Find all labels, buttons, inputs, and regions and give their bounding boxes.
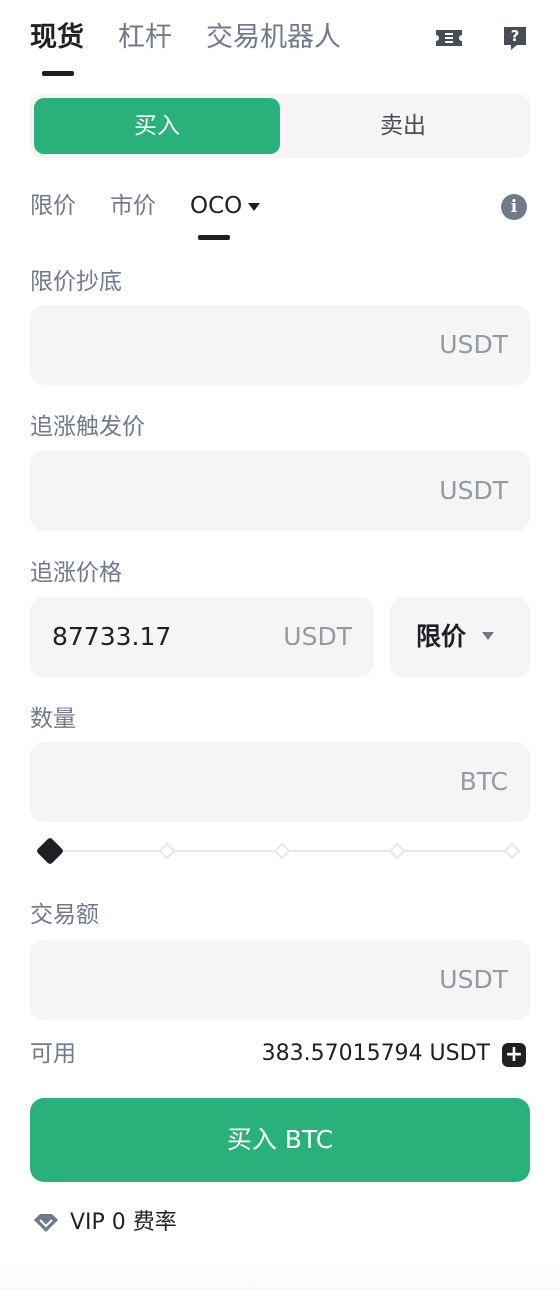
tab-spot[interactable]: 现货: [30, 18, 84, 58]
slider-step-100[interactable]: [503, 842, 521, 860]
order-type-oco[interactable]: OCO: [190, 188, 242, 224]
order-type-limit[interactable]: 限价: [30, 188, 76, 224]
slider-step-50[interactable]: [273, 842, 291, 860]
info-icon[interactable]: i: [501, 194, 527, 220]
stop-price-unit: USDT: [283, 622, 352, 651]
stop-trigger-unit: USDT: [439, 476, 508, 505]
stop-trigger-input[interactable]: USDT: [30, 451, 530, 531]
bottom-edge: [0, 1260, 560, 1290]
available-label: 可用: [30, 1041, 76, 1067]
ticket-icon[interactable]: [434, 24, 464, 52]
buy-btc-button[interactable]: 买入 BTC: [30, 1098, 530, 1182]
tab-trading-bots[interactable]: 交易机器人: [206, 18, 341, 58]
quantity-slider[interactable]: [35, 836, 522, 866]
available-balance: 383.57015794 USDT: [261, 1041, 490, 1066]
stop-price-type-select[interactable]: 限价: [390, 597, 530, 677]
caret-down-icon[interactable]: [248, 203, 260, 211]
quantity-input[interactable]: BTC: [30, 742, 530, 822]
quantity-unit: BTC: [459, 767, 508, 796]
caret-down-icon: [482, 632, 494, 640]
buy-tab-button[interactable]: 买入: [34, 98, 280, 154]
active-tab-indicator: [42, 71, 74, 76]
tab-margin[interactable]: 杠杆: [118, 18, 172, 58]
order-type-market[interactable]: 市价: [110, 188, 156, 224]
stop-price-input[interactable]: 87733.17 USDT: [30, 597, 374, 677]
buy-sell-toggle: 买入 卖出: [30, 94, 530, 158]
limit-buy-input[interactable]: USDT: [30, 305, 530, 385]
vip-fee-label: VIP 0 费率: [70, 1210, 177, 1235]
slider-step-25[interactable]: [158, 842, 176, 860]
svg-text:?: ?: [511, 27, 520, 45]
order-type-tabs: 限价 市价 OCO: [0, 180, 560, 240]
quantity-label: 数量: [30, 706, 76, 732]
slider-thumb[interactable]: [35, 836, 65, 866]
stop-price-value: 87733.17: [52, 622, 172, 651]
total-unit: USDT: [439, 965, 508, 994]
help-icon[interactable]: ?: [500, 24, 530, 52]
active-order-type-indicator: [198, 235, 230, 240]
stop-price-type-label: 限价: [416, 622, 467, 651]
stop-trigger-label: 追涨触发价: [30, 414, 145, 440]
limit-buy-label: 限价抄底: [30, 269, 122, 295]
sell-tab-button[interactable]: 卖出: [280, 98, 526, 154]
diamond-icon: [34, 1214, 58, 1232]
add-funds-icon[interactable]: +: [502, 1043, 526, 1067]
total-input[interactable]: USDT: [30, 940, 530, 1020]
stop-price-label: 追涨价格: [30, 560, 122, 586]
trade-mode-tabs: 现货 杠杆 交易机器人 ?: [0, 0, 560, 80]
limit-buy-unit: USDT: [439, 330, 508, 359]
slider-step-75[interactable]: [388, 842, 406, 860]
total-label: 交易额: [30, 902, 99, 928]
